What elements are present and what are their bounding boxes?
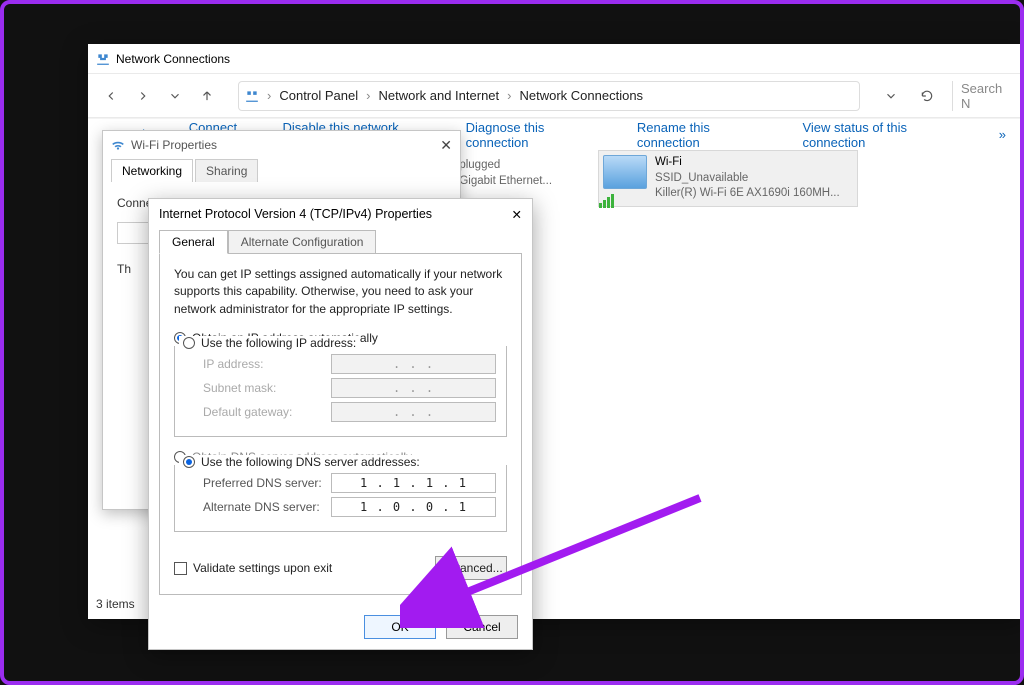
- adapter-item-wifi[interactable]: Wi-Fi SSID_Unavailable Killer(R) Wi-Fi 6…: [598, 150, 858, 207]
- field-label: Default gateway:: [203, 405, 292, 419]
- rename-button[interactable]: Rename this connection: [637, 120, 773, 150]
- checkbox-icon: [174, 562, 187, 575]
- tab-networking[interactable]: Networking: [111, 159, 193, 182]
- dialog-title-bar: Internet Protocol Version 4 (TCP/IPv4) P…: [149, 199, 532, 229]
- advanced-button[interactable]: Advanced...: [435, 556, 507, 580]
- dialog-title: Wi-Fi Properties: [131, 138, 217, 152]
- ipv4-body: You can get IP settings assigned automat…: [159, 253, 522, 595]
- tab-alternate-config[interactable]: Alternate Configuration: [228, 230, 377, 254]
- breadcrumb-item[interactable]: Network and Internet: [378, 88, 499, 103]
- subnet-mask-row: Subnet mask: . . .: [203, 378, 496, 398]
- field-label: IP address:: [203, 357, 263, 371]
- manual-ip-group: Use the following IP address: IP address…: [174, 346, 507, 437]
- close-button[interactable]: ✕: [440, 137, 452, 154]
- close-button[interactable]: ✕: [512, 207, 522, 222]
- ip-address-input: . . .: [331, 354, 496, 374]
- signal-bars-icon: [599, 194, 614, 208]
- field-label: Preferred DNS server:: [203, 476, 322, 490]
- forward-button[interactable]: [132, 85, 154, 107]
- field-label: Subnet mask:: [203, 381, 276, 395]
- validate-checkbox[interactable]: Validate settings upon exit: [174, 561, 332, 575]
- breadcrumb-item[interactable]: Control Panel: [279, 88, 358, 103]
- bottom-row: Validate settings upon exit Advanced...: [174, 556, 507, 580]
- radio-dot-icon: [183, 337, 195, 349]
- network-icon: [245, 89, 259, 103]
- default-gateway-input: . . .: [331, 402, 496, 422]
- overflow-menu[interactable]: »: [999, 127, 1006, 142]
- back-button[interactable]: [100, 85, 122, 107]
- chevron-right-icon: ›: [507, 88, 511, 103]
- adapter-desc: Killer(R) Wi-Fi 6E AX1690i 160MH...: [655, 186, 840, 202]
- tab-strip: Networking Sharing: [103, 159, 460, 182]
- wifi-icon: [111, 138, 125, 152]
- ipv4-properties-window: Internet Protocol Version 4 (TCP/IPv4) P…: [148, 198, 533, 650]
- radio-dot-icon: [183, 456, 195, 468]
- breadcrumb[interactable]: › Control Panel › Network and Internet ›…: [238, 81, 860, 111]
- adapter-icon: [603, 155, 647, 189]
- manual-dns-group: Use the following DNS server addresses: …: [174, 465, 507, 532]
- network-icon: [96, 52, 110, 66]
- tab-strip: General Alternate Configuration: [149, 229, 532, 253]
- tab-sharing[interactable]: Sharing: [195, 159, 258, 182]
- default-gateway-row: Default gateway: . . .: [203, 402, 496, 422]
- preferred-dns-row: Preferred DNS server: 1 . 1 . 1 . 1: [203, 473, 496, 493]
- search-input[interactable]: Search N: [952, 81, 1012, 111]
- radio-label: Use the following IP address:: [201, 336, 356, 350]
- radio-dns-manual[interactable]: Use the following DNS server addresses:: [179, 455, 424, 469]
- preferred-dns-input[interactable]: 1 . 1 . 1 . 1: [331, 473, 496, 493]
- checkbox-label: Validate settings upon exit: [193, 561, 332, 575]
- tab-general[interactable]: General: [159, 230, 228, 254]
- dialog-footer: OK Cancel: [149, 605, 532, 649]
- radio-label: Use the following DNS server addresses:: [201, 455, 420, 469]
- field-label: Alternate DNS server:: [203, 500, 320, 514]
- adapter-name: Wi-Fi: [655, 155, 840, 171]
- chevron-right-icon: ›: [267, 88, 271, 103]
- refresh-button[interactable]: [916, 85, 938, 107]
- chevron-right-icon: ›: [366, 88, 370, 103]
- adapter-ssid: SSID_Unavailable: [655, 171, 840, 187]
- subnet-mask-input: . . .: [331, 378, 496, 398]
- breadcrumb-item[interactable]: Network Connections: [520, 88, 644, 103]
- dialog-title: Internet Protocol Version 4 (TCP/IPv4) P…: [159, 207, 432, 221]
- diagnose-button[interactable]: Diagnose this connection: [466, 120, 607, 150]
- cancel-button[interactable]: Cancel: [446, 615, 518, 639]
- up-button[interactable]: [196, 85, 218, 107]
- dialog-title-bar: Wi-Fi Properties ✕: [103, 131, 460, 159]
- ip-address-row: IP address: . . .: [203, 354, 496, 374]
- description-text: You can get IP settings assigned automat…: [174, 266, 507, 318]
- window-title: Network Connections: [116, 52, 230, 66]
- status-bar: 3 items: [96, 597, 135, 611]
- alternate-dns-row: Alternate DNS server: 1 . 0 . 0 . 1: [203, 497, 496, 517]
- navigation-bar: › Control Panel › Network and Internet ›…: [88, 74, 1024, 118]
- breadcrumb-expand[interactable]: [880, 85, 902, 107]
- radio-ip-manual[interactable]: Use the following IP address:: [179, 336, 360, 350]
- alternate-dns-input[interactable]: 1 . 0 . 0 . 1: [331, 497, 496, 517]
- window-title-bar: Network Connections: [88, 44, 1024, 74]
- recent-dropdown[interactable]: [164, 85, 186, 107]
- view-status-button[interactable]: View status of this connection: [802, 120, 968, 150]
- ok-button[interactable]: OK: [364, 615, 436, 639]
